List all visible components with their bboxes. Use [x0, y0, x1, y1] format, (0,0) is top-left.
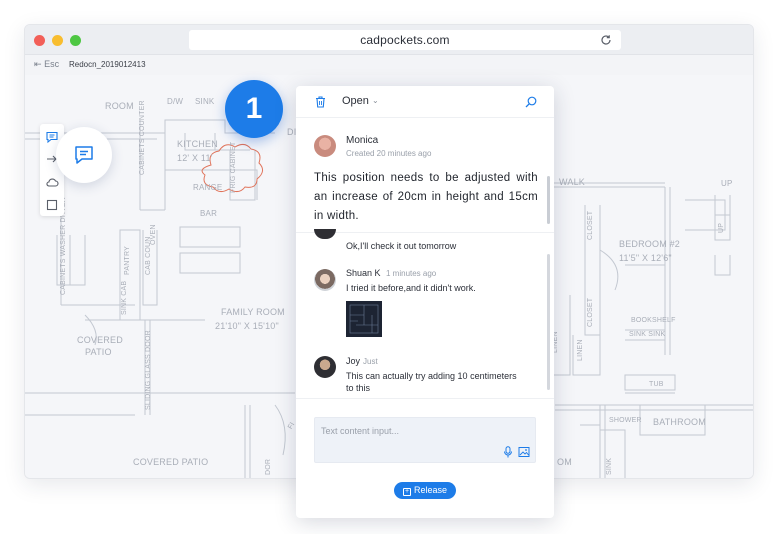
floorplan-label-family-size: 21'10" X 15'10" — [215, 321, 279, 331]
reply-2-attachment-thumbnail[interactable] — [346, 301, 382, 337]
floorplan-label-cabinets-counter: CABINETS COUNTER — [139, 100, 146, 175]
microphone-icon[interactable] — [503, 446, 513, 458]
floorplan-label-shower: SHOWER — [609, 417, 642, 424]
reply-3-author: Joy — [346, 356, 361, 366]
main-comment-scrollbar[interactable] — [547, 176, 550, 224]
comment-panel: Open ⌄ Monica Created 20 minutes ago Thi… — [296, 86, 554, 518]
floorplan-label-bookshelf: BOOKSHELF — [631, 317, 676, 324]
reload-icon[interactable] — [599, 33, 613, 47]
close-window-button[interactable] — [34, 35, 45, 46]
comment-number-badge[interactable]: 1 — [225, 80, 283, 138]
cloud-icon[interactable] — [45, 175, 59, 189]
comment-panel-header: Open ⌄ — [296, 86, 554, 118]
reply-2-time: 1 minutes ago — [386, 269, 437, 278]
reply-1-text: Ok,I'll check it out tomorrow — [346, 241, 457, 251]
floorplan-label-dw: D/W — [167, 97, 184, 106]
release-label: Release — [413, 485, 448, 495]
floorplan-thumbnail-image — [349, 304, 379, 334]
title-bar: cadpockets.com — [25, 25, 753, 55]
floorplan-label-tub: TUB — [649, 381, 664, 388]
reply-3-time: Just — [363, 357, 378, 366]
floorplan-label-kitchen: KITCHEN — [177, 139, 218, 149]
comment-input-box — [314, 417, 536, 463]
floorplan-label-patio: PATIO — [85, 347, 112, 357]
floorplan-label-walk: WALK — [559, 177, 585, 187]
avatar-joy — [314, 356, 336, 378]
floorplan-label-dor: DOR — [265, 458, 272, 475]
plus-square-icon: + — [402, 488, 411, 496]
image-upload-icon[interactable] — [518, 446, 530, 458]
floorplan-label-kitchen-size: 12' X 11' — [177, 153, 213, 163]
maximize-window-button[interactable] — [70, 35, 81, 46]
avatar-shuan — [314, 269, 336, 291]
floorplan-label-sink-sink: SINK SINK — [629, 331, 666, 338]
trash-icon[interactable] — [314, 95, 327, 109]
floorplan-label-covered-patio: COVERED PATIO — [133, 457, 209, 467]
minimize-window-button[interactable] — [52, 35, 63, 46]
floorplan-label-sliding-door: SLIDING GLASS DOOR — [145, 330, 152, 410]
address-bar[interactable]: cadpockets.com — [189, 30, 621, 50]
comment-icon[interactable] — [45, 130, 59, 144]
floorplan-label-covered: COVERED — [77, 335, 123, 345]
input-divider — [296, 398, 554, 399]
floorplan-label-closet-2: CLOSET — [587, 297, 594, 327]
floorplan-label-range: RANGE — [193, 183, 223, 192]
floorplan-label-pantry: PANTRY — [124, 246, 131, 275]
url-text: cadpockets.com — [360, 33, 450, 47]
floorplan-label-up-2: UP — [718, 222, 725, 233]
exit-icon: ⇤ — [34, 59, 42, 69]
search-icon[interactable] — [524, 95, 538, 109]
comment-input[interactable] — [315, 418, 535, 444]
rectangle-icon[interactable] — [45, 198, 59, 212]
floorplan-label-sink-small: SINK — [606, 457, 613, 475]
floorplan-label-bedroom: BEDROOM #2 — [619, 239, 681, 249]
status-dropdown[interactable]: Open — [342, 95, 369, 107]
release-button[interactable]: + Release — [394, 482, 456, 499]
floorplan-label-sink: SINK — [195, 97, 215, 106]
avatar-reply-1 — [314, 229, 336, 239]
reply-2-text: I tried it before,and it didn't work. — [346, 283, 476, 293]
replies-scrollbar[interactable] — [547, 254, 550, 390]
floorplan-label-sink-cab: SINK CAB — [121, 280, 128, 315]
reply-2-author: Shuan K — [346, 268, 381, 278]
floorplan-label-om: OM — [557, 457, 572, 467]
reply-3-text: This can actually try adding 10 centimet… — [346, 371, 517, 393]
floorplan-label-fridge-cabinet: FRIG CABINET — [230, 141, 237, 193]
esc-button[interactable]: ⇤ Esc — [34, 59, 59, 70]
file-name: Redocn_2019012413 — [69, 60, 146, 69]
floorplan-label-up-1: UP — [721, 179, 733, 188]
floorplan-label-room: ROOM — [105, 101, 134, 111]
floorplan-label-oven: OVEN — [150, 224, 157, 245]
floorplan-label-bar: BAR — [200, 209, 218, 218]
avatar-monica — [314, 135, 336, 157]
document-bar: ⇤ Esc Redocn_2019012413 — [25, 55, 753, 75]
main-comment-meta: Created 20 minutes ago — [346, 149, 432, 158]
floorplan-label-family-room: FAMILY ROOM — [221, 307, 285, 317]
floorplan-label-bedroom-size: 11'5" X 12'6" — [619, 253, 672, 263]
floorplan-label-closet-1: CLOSET — [587, 210, 594, 240]
esc-label: Esc — [44, 59, 60, 69]
floorplan-label-bathroom: BATHROOM — [653, 417, 706, 427]
comment-mode-button[interactable] — [56, 127, 112, 183]
main-comment-text: This position needs to be adjusted with … — [314, 172, 538, 222]
main-comment-author: Monica — [346, 135, 379, 146]
floorplan-label-linen-2: LINEN — [577, 339, 584, 361]
comment-bubble-icon — [75, 146, 93, 164]
chevron-down-icon[interactable]: ⌄ — [372, 96, 379, 105]
